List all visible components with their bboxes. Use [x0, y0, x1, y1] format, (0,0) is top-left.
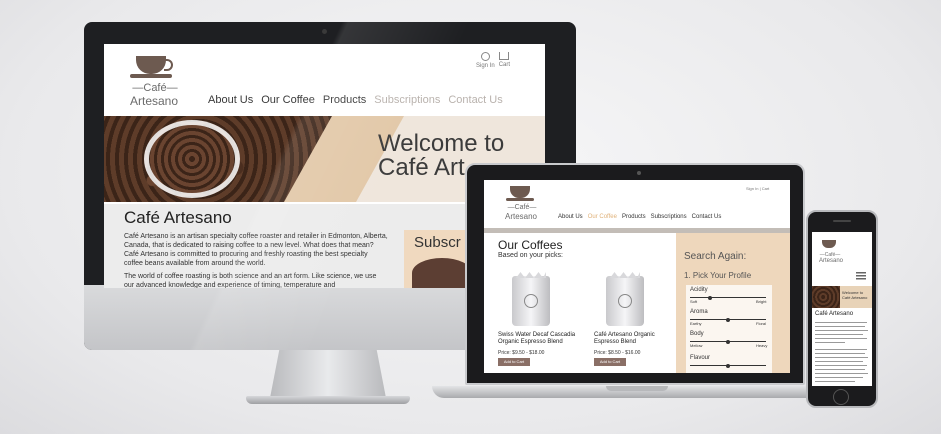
- acidity-label: Acidity: [690, 287, 708, 293]
- logo-bottom[interactable]: Artesano: [498, 212, 544, 221]
- logo-bottom[interactable]: Artesano: [124, 94, 184, 108]
- coffee-cup-image: [412, 258, 472, 288]
- slider-knob[interactable]: [726, 317, 730, 322]
- acidity-high: Bright: [756, 299, 767, 304]
- user-icon: [480, 52, 490, 61]
- bag-logo-icon: [524, 294, 538, 308]
- imac-stand: [270, 350, 386, 398]
- bag-logo-icon: [618, 294, 632, 308]
- nav-about-us[interactable]: About Us: [208, 94, 253, 106]
- flavour-slider[interactable]: [690, 363, 766, 368]
- coffee-cup-icon: [136, 56, 173, 74]
- cart-icon: [499, 52, 510, 60]
- sign-in-link[interactable]: Sign In: [746, 186, 758, 191]
- results-subheading: Based on your picks:: [498, 252, 563, 259]
- imac-camera: [322, 29, 327, 34]
- nav-products[interactable]: Products: [622, 214, 646, 220]
- logo-top[interactable]: —Café—: [130, 82, 180, 94]
- body-label: Body: [690, 331, 704, 337]
- slider-knob[interactable]: [708, 295, 712, 300]
- imac-base: [246, 396, 410, 404]
- hero-title-line1: Welcome to: [378, 130, 505, 157]
- phone-speaker: [833, 220, 851, 222]
- nav-contact-us[interactable]: Contact Us: [448, 94, 502, 106]
- mobile-hero-text: Welcome to Café Artesano: [842, 290, 867, 300]
- logo-bottom[interactable]: Artesano: [814, 258, 848, 264]
- sign-in-label: Sign In: [476, 63, 495, 69]
- main-nav: About Us Our Coffee Products Subscriptio…: [208, 94, 503, 106]
- laptop-website: —Café— Artesano About Us Our Coffee Prod…: [484, 180, 790, 373]
- nav-products[interactable]: Products: [323, 94, 366, 106]
- hamburger-menu-icon[interactable]: [856, 272, 866, 280]
- nav-subscriptions[interactable]: Subscriptions: [651, 214, 687, 220]
- saucer-icon: [506, 198, 534, 201]
- body-low: Mellow: [690, 343, 703, 348]
- nav-subscriptions[interactable]: Subscriptions: [374, 94, 440, 106]
- cart-link[interactable]: Cart: [499, 52, 510, 69]
- search-again-title: Search Again:: [684, 251, 747, 262]
- laptop-camera: [637, 171, 641, 175]
- nav-our-coffee[interactable]: Our Coffee: [588, 214, 617, 220]
- add-to-cart-button[interactable]: Add to Cart: [498, 358, 530, 366]
- body-high: Heavy: [756, 343, 768, 348]
- product-price: Price: $8.50 - $16.00: [594, 350, 641, 356]
- nav-contact-us[interactable]: Contact Us: [692, 214, 722, 220]
- phone-home-button: [833, 389, 849, 405]
- site-header: —Café— Artesano About Us Our Coffee Prod…: [104, 44, 545, 112]
- aroma-label: Aroma: [690, 309, 708, 315]
- coffee-beans-image: [812, 286, 840, 308]
- acidity-slider[interactable]: [690, 295, 766, 300]
- pick-profile-step: 1. Pick Your Profile: [684, 271, 752, 280]
- profile-picker: Acidity Soft Bright Aroma Earthy Floral …: [686, 285, 772, 373]
- saucer-icon: [130, 74, 172, 78]
- coffee-bag-image[interactable]: [606, 276, 644, 326]
- user-utilities: Sign In Cart: [476, 52, 510, 69]
- laptop-header: —Café— Artesano About Us Our Coffee Prod…: [484, 180, 790, 228]
- slider-knob[interactable]: [726, 363, 730, 368]
- nav-about-us[interactable]: About Us: [558, 214, 583, 220]
- body-slider[interactable]: [690, 339, 766, 344]
- mobile-hero: Welcome to Café Artesano: [812, 286, 872, 308]
- cart-label: Cart: [498, 62, 511, 68]
- laptop-notch: [606, 386, 668, 391]
- product-name[interactable]: Café Artesano Organic Espresso Blend: [594, 332, 674, 346]
- intro-paragraph-1: Café Artesano is an artisan specialty co…: [124, 233, 388, 267]
- mobile-hero-line2: Café Artesano: [842, 295, 868, 300]
- slider-knob[interactable]: [726, 339, 730, 344]
- nav-our-coffee[interactable]: Our Coffee: [261, 94, 315, 106]
- product-name[interactable]: Swiss Water Decaf Cascadia Organic Espre…: [498, 332, 594, 346]
- product-price: Price: $9.50 - $18.00: [498, 350, 545, 356]
- intro-paragraph-2: The world of coffee roasting is both sci…: [124, 273, 377, 288]
- mobile-website: —Café— Artesano Welcome to Café Artesano…: [812, 232, 872, 386]
- sign-in-link[interactable]: Sign In: [476, 52, 495, 69]
- results-heading: Our Coffees: [498, 238, 563, 252]
- bean-bowl-image: [144, 120, 240, 198]
- cart-link[interactable]: Cart: [762, 186, 770, 191]
- coffee-cup-icon: [822, 240, 836, 248]
- logo-top[interactable]: —Café—: [504, 204, 540, 211]
- aroma-high: Floral: [756, 321, 767, 326]
- flavour-label: Flavour: [690, 355, 711, 361]
- laptop-nav: About Us Our Coffee Products Subscriptio…: [558, 214, 721, 220]
- acidity-low: Soft: [690, 299, 698, 304]
- coffee-cup-icon: [510, 186, 530, 198]
- coffee-bag-image[interactable]: [512, 276, 550, 326]
- aroma-low: Earthy: [690, 321, 702, 326]
- aroma-slider[interactable]: [690, 317, 766, 322]
- search-sidebar: Search Again: 1. Pick Your Profile Acidi…: [676, 233, 790, 373]
- mobile-heading: Café Artesano: [815, 311, 854, 317]
- intro-heading: Café Artesano: [124, 208, 232, 227]
- subscribe-label: Subscr: [414, 234, 461, 251]
- laptop-user-utilities: Sign In | Cart: [746, 186, 770, 191]
- add-to-cart-button[interactable]: Add to Cart: [594, 358, 626, 366]
